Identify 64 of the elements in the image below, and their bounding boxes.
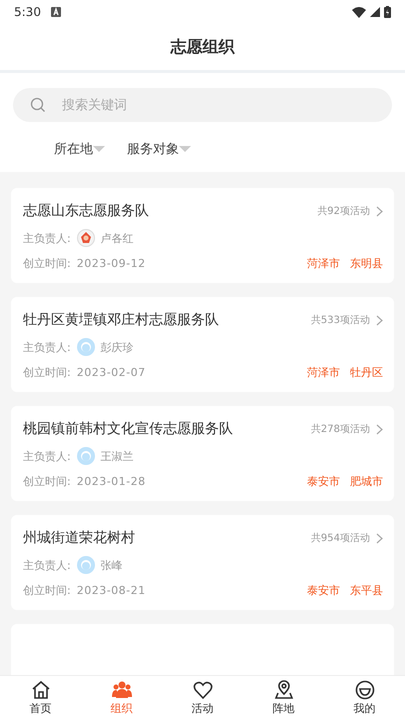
organization-card[interactable]: 志愿山东志愿服务队 共92项活动 主负责人: 卢各红 创立时间: 2023-09-12 菏泽市 东明县 [11, 188, 394, 283]
city-tag: 菏泽市 [307, 365, 340, 380]
home-icon [30, 680, 50, 700]
leader-label: 主负责人: [23, 230, 71, 246]
leader-label: 主负责人: [23, 448, 71, 464]
avatar-icon [76, 338, 95, 356]
battery-icon [384, 6, 391, 18]
signal-icon [370, 7, 380, 17]
people-icon [112, 680, 132, 700]
activity-count: 共92项活动 [317, 204, 370, 218]
leader-label: 主负责人: [23, 558, 71, 572]
tab-item[interactable]: 活动 [162, 676, 243, 720]
district-tag: 肥城市 [350, 474, 383, 489]
avatar-icon [76, 229, 95, 247]
filter-dropdown[interactable]: 所在地 [54, 140, 105, 158]
leader-name: 彭庆珍 [100, 340, 134, 354]
city-tag: 泰安市 [307, 474, 340, 489]
organization-name: 志愿山东志愿服务队 [23, 202, 150, 220]
caret-icon [179, 145, 191, 153]
leader-name: 王淑兰 [100, 448, 134, 464]
district-tag: 东平县 [350, 583, 383, 598]
founded-date: 2023-09-12 [76, 257, 146, 270]
smile-icon [354, 680, 374, 700]
tab-item[interactable]: 我的 [324, 676, 405, 720]
activity-count: 共533项活动 [310, 314, 370, 327]
map-pin-icon [274, 680, 294, 700]
organization-name: 桃园镇前韩村文化宣传志愿服务队 [23, 420, 234, 438]
organization-card[interactable]: 桃园镇前韩村文化宣传志愿服务队 共278项活动 主负责人: 王淑兰 创立时间: 2023-01-28 泰安市 肥城市 [11, 406, 394, 501]
heart-icon [192, 680, 212, 700]
activity-count: 共954项活动 [310, 532, 370, 545]
tab-item[interactable]: 阵地 [243, 676, 324, 720]
avatar-icon [76, 556, 95, 574]
organization-card[interactable]: 牡丹区黄堽镇邓庄村志愿服务队 共533项活动 主负责人: 彭庆珍 创立时间: 2023-02-07 菏泽市 牡丹区 [11, 297, 394, 392]
status-time: 5:30 [14, 5, 41, 19]
chevron-right-icon [376, 206, 383, 216]
leader-name: 张峰 [100, 558, 123, 572]
organization-card[interactable]: 州城街道荣花树村 共954项活动 主负责人: 张峰 创立时间: 2023-08-21 泰安市 东平县 [11, 515, 394, 610]
founded-date: 2023-01-28 [76, 475, 146, 488]
notification-icon [50, 7, 61, 17]
district-tag: 牡丹区 [350, 365, 383, 380]
organization-name: 州城街道荣花树村 [23, 529, 136, 547]
chevron-right-icon [376, 532, 383, 544]
chevron-right-icon [376, 314, 383, 326]
leader-label: 主负责人: [23, 340, 71, 354]
leader-name: 卢各红 [100, 230, 134, 246]
page-title: 志愿组织 [170, 36, 234, 58]
wifi-icon [352, 6, 366, 18]
city-tag: 菏泽市 [307, 256, 340, 271]
founded-label: 创立时间: [23, 583, 71, 598]
filter-dropdown[interactable]: 服务对象 [127, 140, 191, 158]
founded-date: 2023-02-07 [76, 366, 146, 379]
founded-label: 创立时间: [23, 256, 71, 271]
avatar-icon [76, 447, 95, 465]
activity-count: 共278项活动 [310, 422, 370, 436]
district-tag: 东明县 [350, 256, 383, 271]
founded-label: 创立时间: [23, 474, 71, 489]
caret-icon [93, 145, 105, 153]
founded-date: 2023-08-21 [76, 584, 146, 597]
founded-label: 创立时间: [23, 365, 71, 380]
organization-name: 牡丹区黄堽镇邓庄村志愿服务队 [23, 311, 220, 329]
tab-item[interactable]: 首页 [0, 676, 81, 720]
chevron-right-icon [376, 424, 383, 434]
search-field[interactable]: 搜索关键词 [13, 88, 392, 122]
city-tag: 泰安市 [307, 583, 340, 598]
